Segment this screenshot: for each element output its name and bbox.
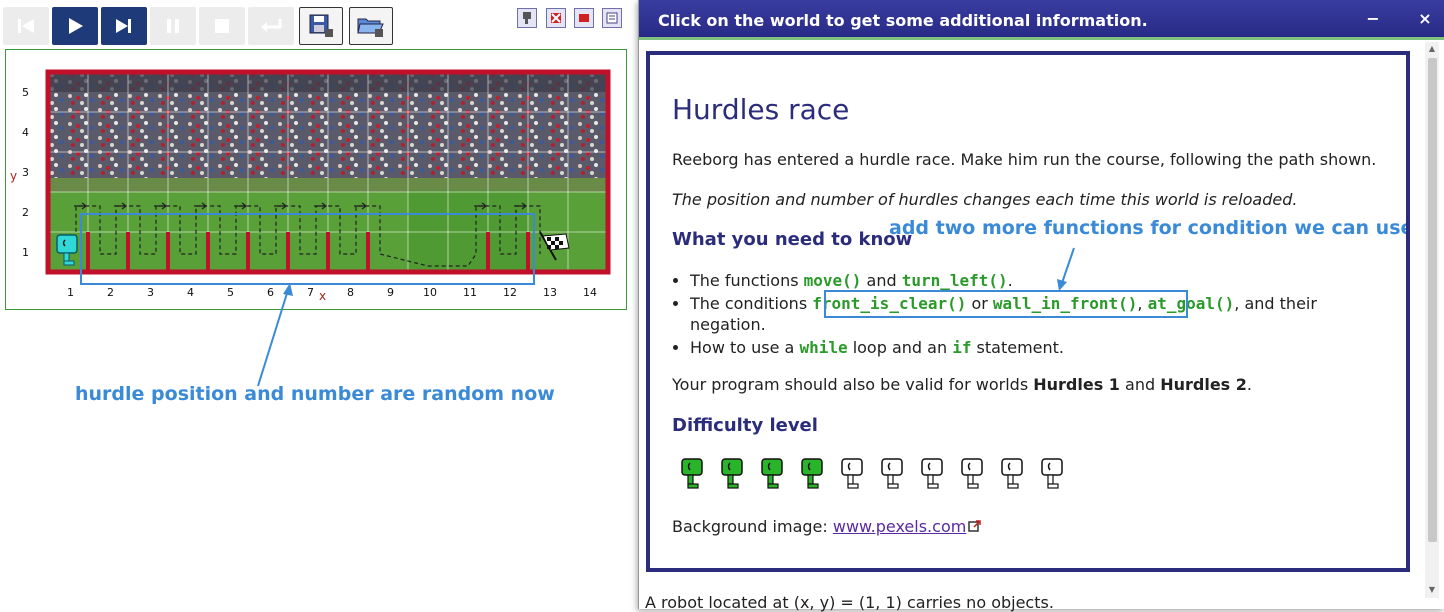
pause-button[interactable]: [150, 7, 196, 45]
difficulty-robot-empty-icon: [1001, 458, 1023, 489]
hurdle-wall: [486, 232, 490, 272]
hurdle-wall: [246, 232, 250, 272]
annotation-highlight-box: [824, 290, 1188, 318]
hurdle-wall: [126, 232, 130, 272]
x-tick-label: 14: [583, 286, 597, 299]
annotation-conditions: add two more functions for condition we …: [889, 217, 1410, 239]
dialog-content: Hurdles race Reeborg has entered a hurdl…: [646, 51, 1410, 572]
stop-icon: [215, 19, 229, 33]
reverse-step-icon: [18, 19, 34, 33]
intro-text: Reeborg has entered a hurdle race. Make …: [672, 150, 1377, 169]
stop-button[interactable]: [199, 7, 245, 45]
valid-worlds-text: Your program should also be valid for wo…: [672, 375, 1252, 394]
y-tick-label: 3: [22, 166, 29, 179]
flag-icon: [579, 14, 589, 22]
annotation-arrow: [1057, 247, 1075, 291]
save-icon: [309, 14, 333, 37]
robot-status-text: A robot located at (x, y) = (1, 1) carri…: [645, 593, 1054, 612]
hurdle-wall: [286, 232, 290, 272]
y-axis-label: y: [10, 169, 17, 183]
reverse-step-button[interactable]: [3, 7, 49, 45]
x-axis-label: x: [319, 289, 326, 303]
list-item: The functions move() and turn_left().: [690, 270, 1372, 291]
difficulty-robot-empty-icon: [881, 458, 903, 489]
reload-button[interactable]: [248, 7, 294, 45]
robot-settings-button[interactable]: [517, 8, 537, 28]
robot-settings-icon: [523, 12, 531, 24]
x-tick-label: 2: [107, 286, 114, 299]
difficulty-robot-filled-icon: [761, 458, 783, 489]
hurdle-wall: [86, 232, 90, 272]
external-link-icon: [968, 520, 982, 532]
dialog-titlebar[interactable]: Click on the world to get some additiona…: [639, 0, 1444, 40]
function-turn-left: turn_left(): [901, 271, 1008, 290]
info-dialog: Click on the world to get some additiona…: [638, 0, 1444, 612]
keyword-while: while: [799, 338, 848, 357]
dialog-scrollbar[interactable]: ▲ ▼: [1425, 42, 1439, 598]
delete-icon: [551, 13, 561, 23]
difficulty-robot-empty-icon: [841, 458, 863, 489]
x-tick-label: 4: [187, 286, 194, 299]
step-forward-icon: [116, 19, 131, 33]
function-move: move(): [803, 271, 862, 290]
pexels-link[interactable]: www.pexels.com: [833, 517, 966, 536]
world-canvas[interactable]: 1 2 3 4 5 6 7 8 9 10 11 12 13 14 1 2 3 4 5 x y: [5, 49, 627, 310]
x-tick-label: 13: [543, 286, 557, 299]
world-grid[interactable]: 1 2 3 4 5 6 7 8 9 10 11 12 13 1412345 x y: [6, 50, 628, 311]
y-tick-label: 4: [22, 126, 29, 139]
x-tick-label: 5: [227, 286, 234, 299]
list-button[interactable]: [602, 8, 622, 28]
y-tick-label: 1: [22, 246, 29, 259]
x-tick-label: 11: [463, 286, 477, 299]
play-icon: [69, 18, 83, 34]
difficulty-robot-filled-icon: [801, 458, 823, 489]
reload-note: The position and number of hurdles chang…: [672, 190, 1298, 209]
dialog-title: Click on the world to get some additiona…: [658, 11, 1148, 30]
folder-open-icon: [357, 18, 384, 37]
x-tick-label: 7: [307, 286, 314, 299]
step-button[interactable]: [101, 7, 147, 45]
difficulty-heading: Difficulty level: [672, 415, 818, 436]
hurdle-wall: [366, 232, 370, 272]
x-tick-label: 8: [347, 286, 354, 299]
need-to-know-heading: What you need to know: [672, 229, 913, 250]
annotation-arrow: [257, 283, 293, 387]
flag-button[interactable]: [574, 8, 594, 28]
x-tick-label: 9: [387, 286, 394, 299]
list-icon: [606, 12, 618, 24]
delete-button[interactable]: [546, 8, 566, 28]
difficulty-robot-filled-icon: [681, 458, 703, 489]
difficulty-robot-empty-icon: [961, 458, 983, 489]
pause-icon: [167, 19, 179, 33]
background-credit: Background image: www.pexels.com: [672, 517, 982, 536]
scroll-up-arrow-icon[interactable]: ▲: [1427, 45, 1437, 53]
save-button[interactable]: [299, 7, 343, 45]
scroll-thumb[interactable]: [1428, 58, 1437, 542]
run-button[interactable]: [52, 7, 98, 45]
difficulty-robot-filled-icon: [721, 458, 743, 489]
scroll-down-arrow-icon[interactable]: ▼: [1427, 586, 1437, 594]
difficulty-robot-empty-icon: [1041, 458, 1063, 489]
hurdle-wall: [326, 232, 330, 272]
x-tick-label: 3: [147, 286, 154, 299]
close-button[interactable]: ×: [1415, 9, 1435, 29]
world-title: Hurdles race: [672, 93, 850, 126]
keyword-if: if: [952, 338, 972, 357]
list-item: How to use a while loop and an if statem…: [690, 337, 1372, 358]
hurdle-wall: [206, 232, 210, 272]
hurdle-wall: [166, 232, 170, 272]
annotation-hurdles: hurdle position and number are random no…: [75, 383, 555, 405]
x-tick-label: 12: [503, 286, 517, 299]
open-button[interactable]: [349, 7, 393, 45]
x-tick-label: 1: [67, 286, 74, 299]
minimize-button[interactable]: −: [1363, 9, 1383, 29]
return-icon: [261, 19, 282, 32]
difficulty-robot-empty-icon: [921, 458, 943, 489]
x-tick-label: 10: [423, 286, 437, 299]
y-tick-label: 5: [22, 86, 29, 99]
hurdle-wall: [526, 232, 530, 272]
y-tick-label: 2: [22, 206, 29, 219]
